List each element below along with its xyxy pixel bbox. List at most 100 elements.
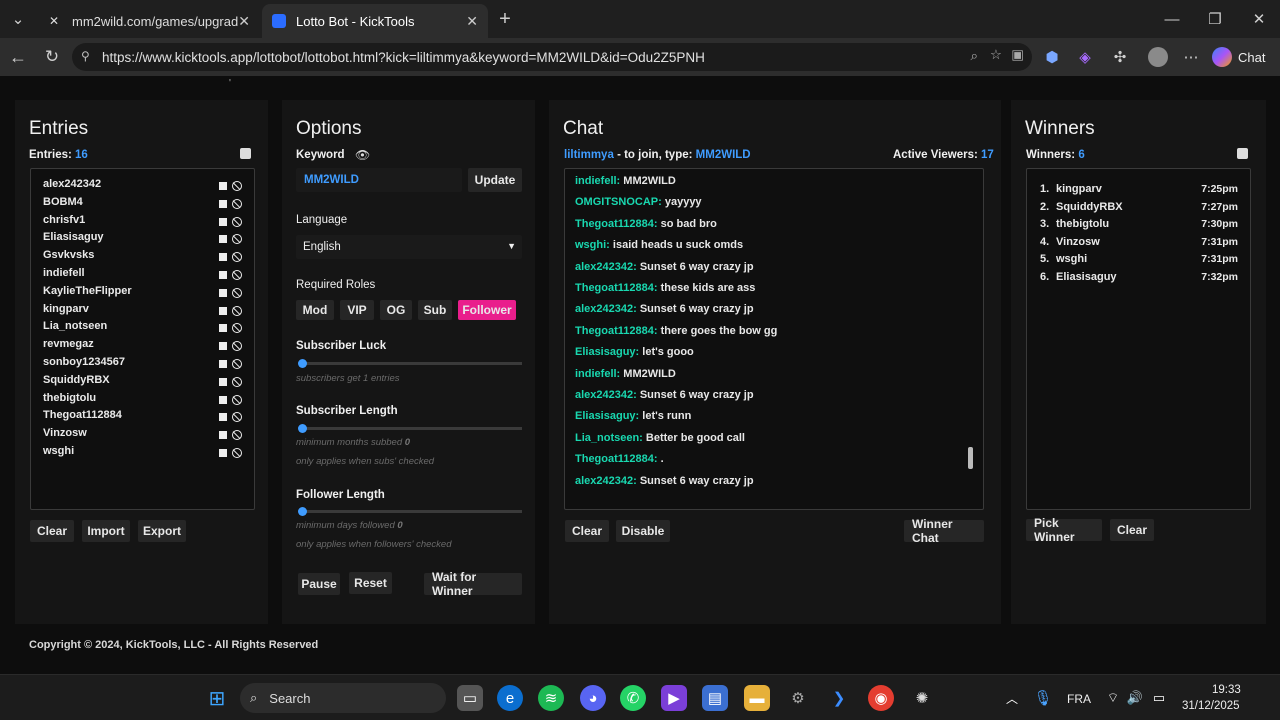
chat-username[interactable]: alex242342:	[575, 389, 637, 401]
entries-export-button[interactable]: Export	[138, 520, 186, 542]
winners-clear-button[interactable]: Clear	[1110, 519, 1154, 541]
zoom-icon[interactable]: ⌕	[970, 48, 978, 64]
role-sub-button[interactable]: Sub	[418, 300, 452, 320]
checkbox-icon[interactable]	[219, 271, 227, 279]
chat-username[interactable]: OMGITSNOCAP:	[575, 196, 662, 208]
eye-icon[interactable]: 👁	[355, 148, 370, 162]
ban-icon[interactable]	[232, 430, 242, 441]
checkbox-icon[interactable]	[219, 288, 227, 297]
ban-icon[interactable]	[232, 198, 242, 209]
chat-username[interactable]: indiefell:	[575, 368, 620, 380]
taskbar-search[interactable]: ⌕ Search	[240, 683, 446, 713]
chat-username[interactable]: Eliasisaguy:	[575, 410, 639, 422]
pick-winner-button[interactable]: Pick Winner	[1026, 516, 1102, 544]
ban-icon[interactable]	[232, 234, 242, 245]
chat-username[interactable]: alex242342:	[575, 261, 637, 273]
file-explorer-icon[interactable]: ▬	[744, 685, 770, 711]
browser-tab-lottobot[interactable]: Lotto Bot - KickTools ✕	[262, 4, 488, 38]
checkbox-icon[interactable]	[219, 306, 227, 315]
checkbox-icon[interactable]	[219, 360, 227, 368]
chat-username[interactable]: alex242342:	[575, 475, 637, 487]
task-view-icon[interactable]: ▭	[457, 685, 483, 711]
ban-icon[interactable]	[232, 252, 242, 263]
clock-date[interactable]: 31/12/2025	[1182, 700, 1240, 712]
chat-username[interactable]: wsghi:	[575, 239, 610, 251]
chat-username[interactable]: Eliasisaguy:	[575, 346, 639, 358]
chat-username[interactable]: Thegoat112884:	[575, 325, 658, 337]
edge-browser-icon[interactable]: e	[497, 685, 523, 711]
language-select[interactable]: English ▼	[296, 235, 522, 259]
chat-username[interactable]: Thegoat112884:	[575, 218, 658, 230]
windows-start-icon[interactable]: ⊞	[204, 685, 230, 711]
maximize-icon[interactable]: ❐	[1203, 7, 1227, 31]
checkbox-icon[interactable]	[219, 199, 227, 208]
copilot-icon[interactable]: ◈	[1073, 45, 1097, 69]
checkbox-icon[interactable]	[219, 413, 227, 422]
battery-icon[interactable]: ▭	[1146, 685, 1172, 711]
chat-username[interactable]: alex242342:	[575, 303, 637, 315]
spotify-icon[interactable]: ≋	[538, 685, 564, 711]
checkbox-icon[interactable]	[219, 449, 227, 457]
update-button[interactable]: Update	[468, 168, 522, 192]
extension-icon[interactable]: ⬢	[1040, 45, 1064, 69]
ban-icon[interactable]	[232, 394, 242, 405]
checkbox-icon[interactable]	[219, 431, 227, 440]
ban-icon[interactable]	[232, 412, 242, 423]
pause-button[interactable]: Pause	[298, 573, 340, 595]
checkbox-icon[interactable]	[219, 342, 227, 351]
hidden-icons-chevron-icon[interactable]: ︿	[999, 685, 1025, 711]
chrome-icon[interactable]: ◉	[868, 685, 894, 711]
chat-log[interactable]: indiefell: MM2WILD OMGITSNOCAP: yayyyy The…	[564, 168, 984, 510]
checkbox-icon[interactable]	[219, 217, 227, 226]
copy-entries-icon[interactable]	[240, 148, 251, 159]
chat-username[interactable]: Lia_notseen:	[575, 432, 643, 444]
checkbox-icon[interactable]	[219, 395, 227, 404]
close-tab-icon[interactable]: ✕	[466, 13, 478, 30]
slider-knob[interactable]	[298, 507, 307, 516]
favorite-star-icon[interactable]: ☆	[990, 47, 1002, 63]
role-og-button[interactable]: OG	[380, 300, 412, 320]
checkbox-icon[interactable]	[219, 235, 227, 244]
url-field[interactable]: ⚲ https://www.kicktools.app/lottobot/lot…	[72, 43, 1032, 71]
video-editor-icon[interactable]: ▶	[661, 685, 687, 711]
follower-length-slider[interactable]	[298, 507, 522, 516]
microphone-icon[interactable]: 🎙	[1030, 685, 1056, 711]
ban-icon[interactable]	[232, 216, 242, 227]
ban-icon[interactable]	[232, 341, 242, 352]
copy-winners-icon[interactable]	[1237, 148, 1248, 159]
ban-icon[interactable]	[232, 305, 242, 316]
role-follower-button[interactable]: Follower	[458, 300, 516, 320]
tab-list-chevron-icon[interactable]: ⌄	[6, 7, 30, 31]
slider-knob[interactable]	[298, 424, 307, 433]
role-mod-button[interactable]: Mod	[296, 300, 334, 320]
more-menu-icon[interactable]: ⋯	[1179, 45, 1203, 69]
close-window-icon[interactable]: ✕	[1247, 7, 1271, 31]
ban-icon[interactable]	[232, 270, 242, 280]
tracking-icon[interactable]: ▣	[1011, 47, 1024, 63]
browser-tab-mm2wild[interactable]: ✕ mm2wild.com/games/upgrader ✕	[36, 4, 260, 38]
extensions-puzzle-icon[interactable]: ✣	[1108, 45, 1132, 69]
discord-icon[interactable]: ◕	[580, 685, 606, 711]
wait-for-winner-button[interactable]: Wait for Winner	[424, 570, 522, 598]
entries-import-button[interactable]: Import	[82, 520, 130, 542]
subscriber-length-slider[interactable]	[298, 424, 522, 433]
new-tab-icon[interactable]: +	[493, 7, 517, 31]
clock-time[interactable]: 19:33	[1212, 684, 1241, 696]
refresh-icon[interactable]: ↻	[40, 45, 64, 69]
ban-icon[interactable]	[232, 181, 242, 191]
volume-icon[interactable]: 🔊	[1122, 685, 1148, 711]
checkbox-icon[interactable]	[219, 182, 227, 190]
entries-clear-button[interactable]: Clear	[30, 520, 74, 542]
ban-icon[interactable]	[232, 448, 242, 458]
language-indicator[interactable]: FRA	[1067, 692, 1091, 706]
profile-avatar[interactable]	[1148, 47, 1168, 67]
chat-username[interactable]: indiefell:	[575, 175, 620, 187]
chat-clear-button[interactable]: Clear	[565, 520, 609, 542]
chat-button[interactable]: Chat	[1212, 45, 1274, 69]
ban-icon[interactable]	[232, 323, 242, 334]
ban-icon[interactable]	[232, 287, 242, 298]
ban-icon[interactable]	[232, 359, 242, 369]
chat-username[interactable]: Thegoat112884:	[575, 453, 658, 465]
keyword-input[interactable]: MM2WILD	[296, 168, 462, 192]
minimize-icon[interactable]: —	[1160, 7, 1184, 31]
